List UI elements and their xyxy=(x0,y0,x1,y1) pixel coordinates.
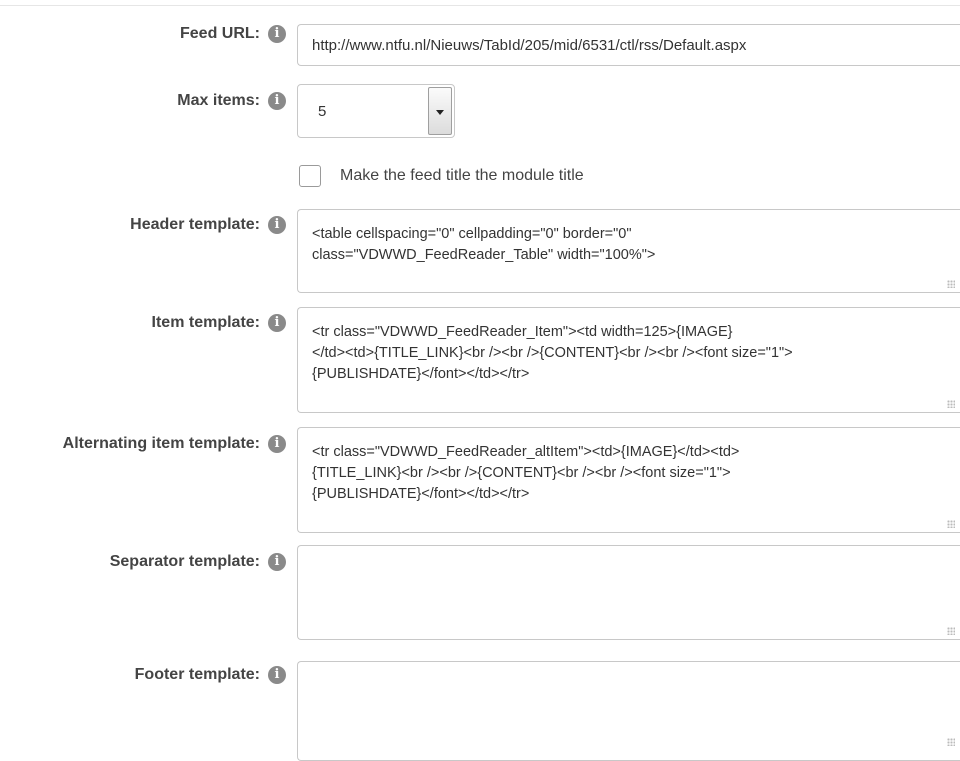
header-template-label-text: Header template: xyxy=(130,216,260,233)
separator-template-label: Separator template: i xyxy=(0,552,286,572)
item-template-label-text: Item template: xyxy=(151,314,260,331)
textarea-line: {PUBLISHDATE}</font></td></tr> xyxy=(312,486,530,502)
feed-url-input[interactable]: http://www.ntfu.nl/Nieuws/TabId/205/mid/… xyxy=(297,24,960,66)
info-icon[interactable]: i xyxy=(268,553,286,571)
feed-title-checkbox-label[interactable]: Make the feed title the module title xyxy=(340,164,584,188)
footer-template-label: Footer template: i xyxy=(0,665,286,685)
footer-template-label-text: Footer template: xyxy=(134,666,260,683)
textarea-line: <tr class="VDWWD_FeedReader_Item"><td wi… xyxy=(312,324,733,340)
textarea-line: <table cellspacing="0" cellpadding="0" b… xyxy=(312,226,632,242)
separator-template-label-text: Separator template: xyxy=(109,553,260,570)
info-icon[interactable]: i xyxy=(268,314,286,332)
alternating-item-template-label-text: Alternating item template: xyxy=(62,435,260,452)
footer-template-textarea[interactable] xyxy=(297,661,960,761)
resize-grip-icon[interactable] xyxy=(947,520,955,528)
resize-grip-icon[interactable] xyxy=(947,280,955,288)
feed-url-label: Feed URL: i xyxy=(0,24,286,44)
header-template-textarea[interactable]: <table cellspacing="0" cellpadding="0" b… xyxy=(297,209,960,293)
header-template-label: Header template: i xyxy=(0,215,286,235)
max-items-select[interactable]: 5 xyxy=(297,84,455,138)
textarea-line: </td><td>{TITLE_LINK}<br /><br />{CONTEN… xyxy=(312,345,793,361)
top-divider xyxy=(0,5,960,6)
feed-url-label-text: Feed URL: xyxy=(180,25,260,42)
item-template-label: Item template: i xyxy=(0,313,286,333)
info-icon[interactable]: i xyxy=(268,216,286,234)
textarea-line: {TITLE_LINK}<br /><br />{CONTENT}<br /><… xyxy=(312,465,731,481)
textarea-line: class="VDWWD_FeedReader_Table" width="10… xyxy=(312,247,656,263)
dropdown-button[interactable] xyxy=(428,87,452,135)
resize-grip-icon[interactable] xyxy=(947,400,955,408)
separator-template-textarea[interactable] xyxy=(297,545,960,640)
max-items-selected-value: 5 xyxy=(318,103,327,120)
item-template-textarea[interactable]: <tr class="VDWWD_FeedReader_Item"><td wi… xyxy=(297,307,960,413)
resize-grip-icon[interactable] xyxy=(947,738,955,746)
alternating-item-template-textarea[interactable]: <tr class="VDWWD_FeedReader_altItem"><td… xyxy=(297,427,960,533)
resize-grip-icon[interactable] xyxy=(947,627,955,635)
chevron-down-icon xyxy=(436,110,444,115)
textarea-line: <tr class="VDWWD_FeedReader_altItem"><td… xyxy=(312,444,740,460)
alternating-item-template-label: Alternating item template: i xyxy=(0,434,286,454)
info-icon[interactable]: i xyxy=(268,435,286,453)
info-icon[interactable]: i xyxy=(268,25,286,43)
max-items-label-text: Max items: xyxy=(177,92,260,109)
textarea-line: {PUBLISHDATE}</font></td></tr> xyxy=(312,366,530,382)
info-icon[interactable]: i xyxy=(268,666,286,684)
info-icon[interactable]: i xyxy=(268,92,286,110)
max-items-label: Max items: i xyxy=(0,91,286,111)
feed-title-checkbox[interactable] xyxy=(299,165,321,187)
